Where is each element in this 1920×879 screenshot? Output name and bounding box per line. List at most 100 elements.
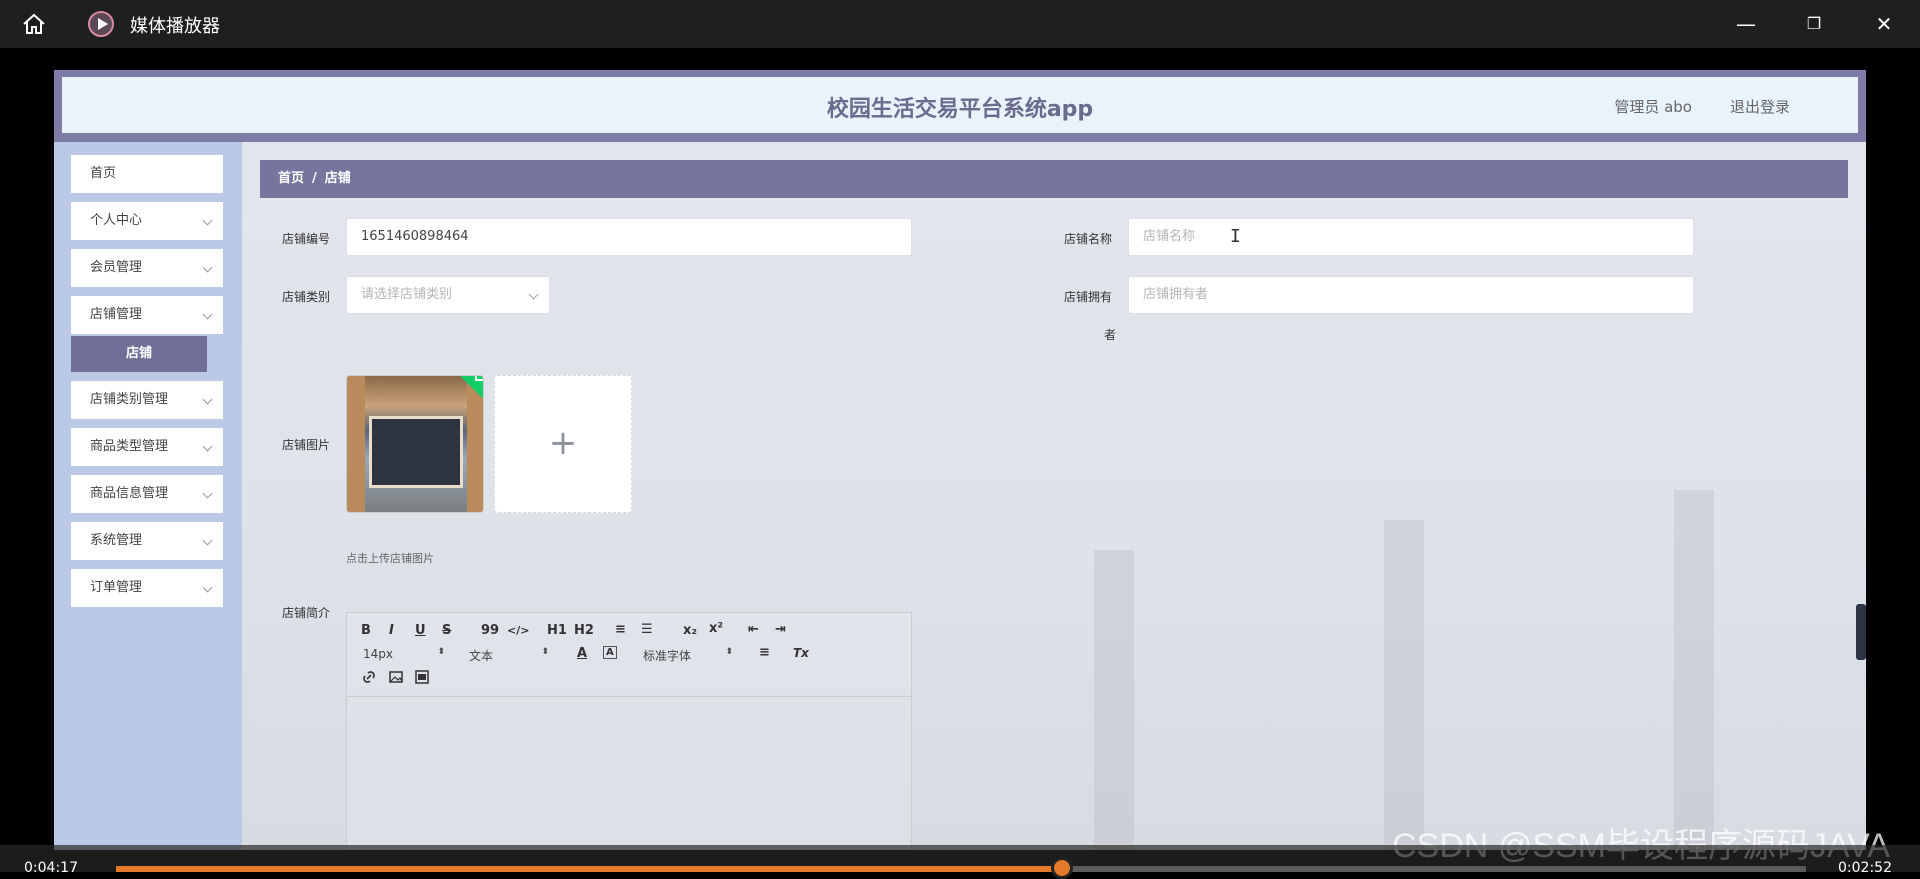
- shop-category-placeholder: 请选择店铺类别: [361, 287, 453, 302]
- underline-button[interactable]: U: [415, 623, 426, 638]
- superscript-button[interactable]: x²: [709, 621, 723, 636]
- blockquote-button[interactable]: 99: [481, 623, 499, 638]
- app-header-inner: 校园生活交易平台系统app 管理员 abo 退出登录: [62, 77, 1858, 133]
- video-icon[interactable]: [414, 669, 430, 685]
- select-arrow-icon: ⬍: [437, 647, 445, 657]
- chevron-down-icon: [202, 394, 213, 405]
- rich-text-editor: B I U S 99 </> H1 H2 ≡ ☰ x₂ x² ⇤ ⇥ 14px ⬍…: [346, 612, 912, 850]
- sidebar: 首页 个人中心 会员管理 店铺管理 店铺 店铺类别管理 商品类型管理 商品信息管…: [54, 142, 242, 850]
- upload-hint: 点击上传店铺图片: [346, 552, 434, 565]
- subscript-button[interactable]: x₂: [683, 623, 697, 638]
- sidebar-subitem-shop[interactable]: 店铺: [71, 336, 207, 372]
- breadcrumb-separator: /: [312, 171, 317, 186]
- editor-toolbar: B I U S 99 </> H1 H2 ≡ ☰ x₂ x² ⇤ ⇥ 14px ⬍…: [347, 613, 911, 697]
- sidebar-item-member-management[interactable]: 会员管理: [71, 249, 223, 287]
- breadcrumb-current: 店铺: [324, 171, 351, 186]
- player-titlebar: 媒体播放器 — ❐ ✕: [0, 0, 1920, 48]
- window-title: 媒体播放器: [130, 16, 220, 37]
- uploaded-shop-image[interactable]: [346, 375, 484, 513]
- home-icon[interactable]: [22, 13, 46, 35]
- background-blur: [1094, 550, 1134, 850]
- align-button[interactable]: ≡: [759, 645, 770, 660]
- minimize-button[interactable]: —: [1734, 12, 1758, 36]
- indent-button[interactable]: ⇥: [775, 622, 786, 637]
- font-family-value: 标准字体: [643, 649, 692, 663]
- chevron-down-icon: [202, 215, 213, 226]
- upload-add-button[interactable]: +: [494, 375, 632, 513]
- sidebar-item-product-type[interactable]: 商品类型管理: [71, 428, 223, 466]
- time-remaining: 0:02:52: [1838, 860, 1892, 876]
- text-style-value: 文本: [469, 649, 494, 663]
- bullet-list-button[interactable]: ☰: [641, 622, 653, 637]
- sidebar-item-order-management[interactable]: 订单管理: [71, 569, 223, 607]
- scroll-handle[interactable]: [1856, 604, 1866, 660]
- restore-button[interactable]: ❐: [1802, 12, 1826, 36]
- sidebar-item-shop-category[interactable]: 店铺类别管理: [71, 381, 223, 419]
- outdent-button[interactable]: ⇤: [748, 622, 759, 637]
- admin-label: 管理员 abo: [1614, 98, 1692, 116]
- text-cursor-icon: I: [1230, 226, 1241, 247]
- media-player-icon: [88, 11, 114, 37]
- font-size-select[interactable]: 14px ⬍: [363, 647, 445, 661]
- shop-owner-label-wrap: 者: [1104, 328, 1117, 342]
- sidebar-item-label: 首页: [90, 166, 117, 181]
- shop-image-label: 店铺图片: [282, 438, 331, 452]
- chevron-down-icon: [202, 535, 213, 546]
- app-header: 校园生活交易平台系统app 管理员 abo 退出登录: [54, 70, 1866, 142]
- sidebar-item-shop-management[interactable]: 店铺管理: [71, 296, 223, 334]
- shop-owner-input[interactable]: 店铺拥有者: [1128, 276, 1694, 314]
- sidebar-item-product-info[interactable]: 商品信息管理: [71, 475, 223, 513]
- strikethrough-button[interactable]: S: [442, 623, 451, 638]
- sidebar-item-label: 店铺管理: [90, 307, 143, 322]
- text-style-select[interactable]: 文本 ⬍: [469, 647, 549, 664]
- sidebar-item-label: 订单管理: [90, 580, 143, 595]
- ordered-list-button[interactable]: ≡: [615, 622, 626, 637]
- sidebar-item-label: 商品类型管理: [90, 439, 169, 454]
- shop-no-input[interactable]: 1651460898464: [346, 218, 912, 256]
- progress-knob[interactable]: [1051, 857, 1073, 879]
- sidebar-item-personal-center[interactable]: 个人中心: [71, 202, 223, 240]
- close-button[interactable]: ✕: [1872, 12, 1896, 36]
- breadcrumb: 首页 / 店铺: [260, 160, 1848, 198]
- shop-category-label: 店铺类别: [282, 290, 331, 304]
- logout-link[interactable]: 退出登录: [1730, 96, 1790, 117]
- heading-2-button[interactable]: H2: [574, 623, 594, 638]
- chevron-down-icon: [202, 582, 213, 593]
- select-arrow-icon: ⬍: [541, 647, 549, 657]
- sidebar-item-label: 个人中心: [90, 213, 143, 228]
- background-blur: [1384, 520, 1424, 850]
- heading-1-button[interactable]: H1: [547, 623, 567, 638]
- bold-button[interactable]: B: [361, 623, 371, 638]
- clear-format-button[interactable]: Tx: [793, 646, 809, 660]
- code-block-button[interactable]: </>: [507, 624, 529, 637]
- chevron-down-icon: [202, 441, 213, 452]
- sidebar-item-system-management[interactable]: 系统管理: [71, 522, 223, 560]
- background-color-button[interactable]: A: [603, 646, 617, 659]
- system-title: 校园生活交易平台系统app: [826, 97, 1094, 122]
- shop-intro-label: 店铺简介: [282, 606, 331, 620]
- breadcrumb-home[interactable]: 首页: [278, 171, 304, 186]
- chevron-down-icon: [202, 488, 213, 499]
- link-icon[interactable]: [361, 669, 377, 685]
- shop-category-select[interactable]: 请选择店铺类别: [346, 276, 550, 314]
- chevron-down-icon: [202, 309, 213, 320]
- font-color-button[interactable]: A: [577, 646, 587, 661]
- image-detail: [347, 376, 365, 512]
- chevron-down-icon: [528, 289, 539, 300]
- sidebar-item-label: 商品信息管理: [90, 486, 169, 501]
- shop-owner-label: 店铺拥有: [1064, 290, 1113, 304]
- image-icon[interactable]: [388, 669, 404, 685]
- italic-button[interactable]: I: [389, 623, 394, 638]
- sidebar-item-label: 系统管理: [90, 533, 143, 548]
- sidebar-item-label: 店铺类别管理: [90, 392, 169, 407]
- shop-no-label: 店铺编号: [282, 232, 331, 246]
- sidebar-item-label: 会员管理: [90, 260, 143, 275]
- shop-name-input[interactable]: 店铺名称: [1128, 218, 1694, 256]
- sidebar-item-home[interactable]: 首页: [71, 155, 223, 193]
- video-frame: 校园生活交易平台系统app 管理员 abo 退出登录 首页 个人中心 会员管理 …: [54, 70, 1866, 850]
- shop-name-label: 店铺名称: [1064, 232, 1113, 246]
- font-size-value: 14px: [363, 647, 393, 661]
- background-blur: [1674, 490, 1714, 850]
- chevron-down-icon: [202, 262, 213, 273]
- font-family-select[interactable]: 标准字体 ⬍: [643, 647, 733, 664]
